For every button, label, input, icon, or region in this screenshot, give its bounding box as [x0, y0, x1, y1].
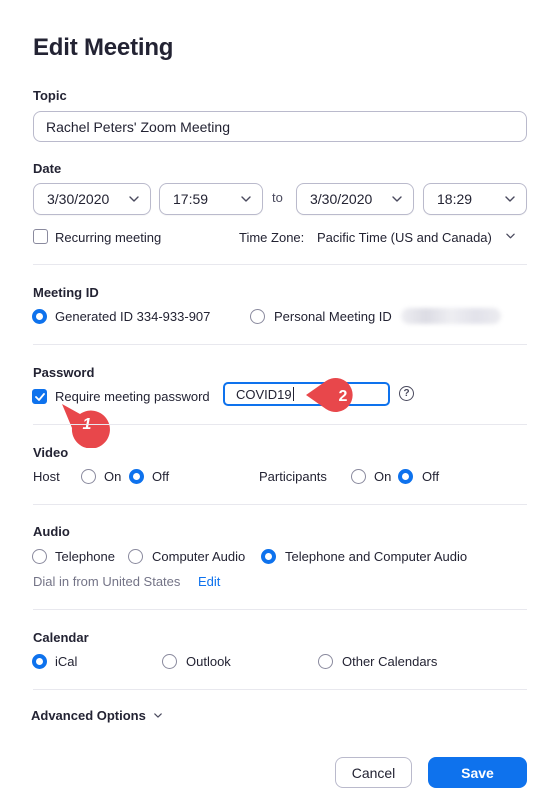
dialog-title: Edit Meeting — [33, 34, 174, 61]
dial-in-edit-link[interactable]: Edit — [198, 574, 220, 589]
video-label: Video — [33, 445, 69, 460]
topic-label: Topic — [33, 88, 67, 103]
audio-both-radio[interactable] — [261, 549, 276, 564]
start-date-value: 3/30/2020 — [47, 191, 110, 207]
calendar-other-label: Other Calendars — [342, 654, 438, 669]
calendar-ical-radio[interactable] — [32, 654, 47, 669]
generated-id-radio[interactable] — [32, 309, 47, 324]
video-participants-label: Participants — [259, 469, 327, 484]
start-time-value: 17:59 — [173, 191, 209, 207]
divider — [33, 609, 527, 610]
audio-computer-label: Computer Audio — [152, 549, 246, 564]
advanced-options-label: Advanced Options — [31, 708, 146, 723]
recurring-checkbox[interactable] — [33, 229, 48, 244]
participants-video-on-label: On — [374, 469, 392, 484]
date-label: Date — [33, 161, 62, 176]
require-password-checkbox[interactable] — [32, 389, 47, 404]
chevron-down-icon — [505, 196, 515, 202]
chevron-down-icon — [241, 196, 251, 202]
cancel-button[interactable]: Cancel — [335, 757, 412, 788]
annotation-marker-2: 2 — [306, 378, 353, 412]
calendar-outlook-radio[interactable] — [162, 654, 177, 669]
checkmark-icon — [34, 392, 45, 401]
save-button[interactable]: Save — [428, 757, 527, 788]
text-caret — [292, 387, 294, 401]
advanced-options-toggle[interactable]: Advanced Options — [31, 708, 162, 723]
calendar-ical-label: iCal — [55, 654, 78, 669]
annotation-marker-2-label: 2 — [339, 388, 348, 405]
audio-telephone-label: Telephone — [55, 549, 115, 564]
personal-id-label: Personal Meeting ID — [274, 309, 392, 324]
video-host-label: Host — [33, 469, 60, 484]
end-time-select[interactable]: 18:29 — [423, 183, 527, 215]
timezone-select[interactable]: Pacific Time (US and Canada) — [317, 230, 492, 245]
personal-id-redacted — [401, 308, 501, 324]
calendar-outlook-label: Outlook — [186, 654, 231, 669]
password-value: COVID19 — [236, 386, 292, 402]
participants-video-off-radio[interactable] — [398, 469, 413, 484]
start-time-select[interactable]: 17:59 — [159, 183, 263, 215]
dial-in-text: Dial in from United States — [33, 574, 181, 589]
start-date-select[interactable]: 3/30/2020 — [33, 183, 151, 215]
host-video-on-radio[interactable] — [81, 469, 96, 484]
date-to-label: to — [272, 190, 283, 205]
timezone-label: Time Zone: — [239, 230, 305, 245]
calendar-other-radio[interactable] — [318, 654, 333, 669]
recurring-label: Recurring meeting — [55, 230, 162, 245]
divider — [33, 264, 527, 265]
host-video-off-radio[interactable] — [129, 469, 144, 484]
generated-id-label: Generated ID 334-933-907 — [55, 309, 211, 324]
end-date-select[interactable]: 3/30/2020 — [296, 183, 414, 215]
audio-both-label: Telephone and Computer Audio — [285, 549, 468, 564]
help-icon[interactable]: ? — [399, 386, 414, 401]
divider — [33, 504, 527, 505]
timezone-value: Pacific Time (US and Canada) — [317, 230, 492, 245]
calendar-label: Calendar — [33, 630, 89, 645]
participants-video-on-radio[interactable] — [351, 469, 366, 484]
topic-input[interactable]: Rachel Peters' Zoom Meeting — [33, 111, 527, 142]
audio-telephone-radio[interactable] — [32, 549, 47, 564]
password-label: Password — [33, 365, 95, 380]
divider — [33, 344, 527, 345]
divider — [33, 689, 527, 690]
end-date-value: 3/30/2020 — [310, 191, 373, 207]
host-video-off-label: Off — [152, 469, 170, 484]
audio-computer-radio[interactable] — [128, 549, 143, 564]
host-video-on-label: On — [104, 469, 122, 484]
end-time-value: 18:29 — [437, 191, 473, 207]
chevron-down-icon — [129, 196, 139, 202]
participants-video-off-label: Off — [422, 469, 440, 484]
chevron-down-icon — [154, 713, 162, 718]
divider — [33, 424, 527, 425]
chevron-down-icon — [506, 233, 515, 239]
audio-label: Audio — [33, 524, 70, 539]
meeting-id-label: Meeting ID — [33, 285, 99, 300]
chevron-down-icon — [392, 196, 402, 202]
personal-id-radio[interactable] — [250, 309, 265, 324]
